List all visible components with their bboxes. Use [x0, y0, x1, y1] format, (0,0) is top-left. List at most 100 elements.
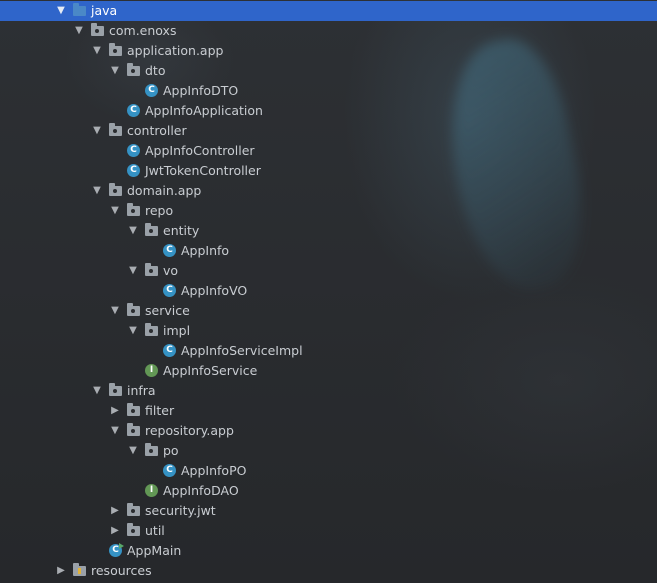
tree-item-label: impl [163, 323, 191, 338]
tree-item-label: java [91, 3, 118, 18]
expand-arrow-icon[interactable] [109, 421, 121, 441]
class-icon: C [127, 164, 140, 177]
tree-row-service[interactable]: service [0, 301, 657, 321]
resources-folder-icon [73, 563, 86, 576]
expand-arrow-icon[interactable] [127, 321, 139, 341]
tree-item-label: util [145, 523, 165, 538]
collapse-arrow-icon[interactable] [109, 521, 121, 541]
package-icon [145, 223, 158, 236]
class-icon: C [145, 84, 158, 97]
package-icon [109, 43, 122, 56]
package-icon [145, 323, 158, 336]
package-icon [145, 263, 158, 276]
interface-icon: I [145, 484, 158, 497]
tree-row-infra[interactable]: infra [0, 381, 657, 401]
tree-row-application-app[interactable]: application.app [0, 41, 657, 61]
tree-item-label: AppInfoService [163, 363, 258, 378]
tree-row-entity[interactable]: entity [0, 221, 657, 241]
source-folder-icon [73, 3, 86, 16]
expand-arrow-icon[interactable] [91, 181, 103, 201]
tree-item-label: service [145, 303, 190, 318]
tree-item-label: AppInfoServiceImpl [181, 343, 303, 358]
tree-row-repository-app[interactable]: repository.app [0, 421, 657, 441]
tree-item-label: controller [127, 123, 187, 138]
tree-row-appinfodao[interactable]: I AppInfoDAO [0, 481, 657, 501]
tree-row-util[interactable]: util [0, 521, 657, 541]
tree-row-appmain[interactable]: C AppMain [0, 541, 657, 561]
tree-row-controller[interactable]: controller [0, 121, 657, 141]
tree-item-label: AppInfoDTO [163, 83, 239, 98]
tree-item-label: vo [163, 263, 179, 278]
tree-item-label: po [163, 443, 179, 458]
tree-item-label: domain.app [127, 183, 202, 198]
tree-item-label: entity [163, 223, 200, 238]
tree-row-jwttokencontroller[interactable]: C JwtTokenController [0, 161, 657, 181]
tree-item-label: AppInfoDAO [163, 483, 239, 498]
tree-item-label: dto [145, 63, 166, 78]
package-icon [127, 503, 140, 516]
class-icon: C [163, 244, 176, 257]
tree-item-label: AppMain [127, 543, 182, 558]
expand-arrow-icon[interactable] [91, 121, 103, 141]
collapse-arrow-icon[interactable] [55, 561, 67, 581]
tree-item-label: repo [145, 203, 174, 218]
expand-arrow-icon[interactable] [91, 41, 103, 61]
tree-item-label: security.jwt [145, 503, 216, 518]
package-icon [109, 383, 122, 396]
expand-arrow-icon[interactable] [109, 301, 121, 321]
package-icon [127, 423, 140, 436]
tree-row-resources[interactable]: resources [0, 561, 657, 581]
tree-item-label: resources [91, 563, 152, 578]
package-icon [127, 523, 140, 536]
tree-row-domain-app[interactable]: domain.app [0, 181, 657, 201]
tree-row-appinfoservice[interactable]: I AppInfoService [0, 361, 657, 381]
tree-item-label: AppInfoVO [181, 283, 248, 298]
expand-arrow-icon[interactable] [127, 261, 139, 281]
tree-row-dto[interactable]: dto [0, 61, 657, 81]
tree-row-appinfopo[interactable]: C AppInfoPO [0, 461, 657, 481]
package-icon [91, 23, 104, 36]
tree-item-label: JwtTokenController [145, 163, 261, 178]
tree-item-label: application.app [127, 43, 224, 58]
tree-item-label: AppInfo [181, 243, 230, 258]
expand-arrow-icon[interactable] [127, 221, 139, 241]
tree-row-appinfovo[interactable]: C AppInfoVO [0, 281, 657, 301]
project-tree: java com.enoxs application.app dto C AppInfoD… [0, 0, 657, 583]
expand-arrow-icon[interactable] [109, 61, 121, 81]
class-icon: C [163, 284, 176, 297]
tree-row-security-jwt[interactable]: security.jwt [0, 501, 657, 521]
collapse-arrow-icon[interactable] [109, 501, 121, 521]
package-icon [109, 123, 122, 136]
tree-row-po[interactable]: po [0, 441, 657, 461]
class-icon: C [127, 144, 140, 157]
package-icon [127, 403, 140, 416]
package-icon [145, 443, 158, 456]
tree-item-label: repository.app [145, 423, 234, 438]
tree-item-label: AppInfoApplication [145, 103, 263, 118]
tree-row-filter[interactable]: filter [0, 401, 657, 421]
tree-item-label: com.enoxs [109, 23, 177, 38]
tree-row-appinfo[interactable]: C AppInfo [0, 241, 657, 261]
tree-row-impl[interactable]: impl [0, 321, 657, 341]
expand-arrow-icon[interactable] [55, 1, 67, 21]
expand-arrow-icon[interactable] [73, 21, 85, 41]
tree-row-com-enoxs[interactable]: com.enoxs [0, 21, 657, 41]
tree-row-appinfocontroller[interactable]: C AppInfoController [0, 141, 657, 161]
expand-arrow-icon[interactable] [109, 201, 121, 221]
class-icon: C [163, 344, 176, 357]
class-icon: C [127, 104, 140, 117]
tree-row-appinfodto[interactable]: C AppInfoDTO [0, 81, 657, 101]
class-icon: C [163, 464, 176, 477]
tree-row-appinfoapplication[interactable]: C AppInfoApplication [0, 101, 657, 121]
tree-row-repo[interactable]: repo [0, 201, 657, 221]
tree-item-label: filter [145, 403, 175, 418]
tree-row-vo[interactable]: vo [0, 261, 657, 281]
tree-row-java[interactable]: java [0, 1, 657, 21]
expand-arrow-icon[interactable] [127, 441, 139, 461]
collapse-arrow-icon[interactable] [109, 401, 121, 421]
interface-icon: I [145, 364, 158, 377]
tree-item-label: AppInfoController [145, 143, 255, 158]
tree-row-appinfoserviceimpl[interactable]: C AppInfoServiceImpl [0, 341, 657, 361]
expand-arrow-icon[interactable] [91, 381, 103, 401]
main-class-icon: C [109, 543, 124, 557]
